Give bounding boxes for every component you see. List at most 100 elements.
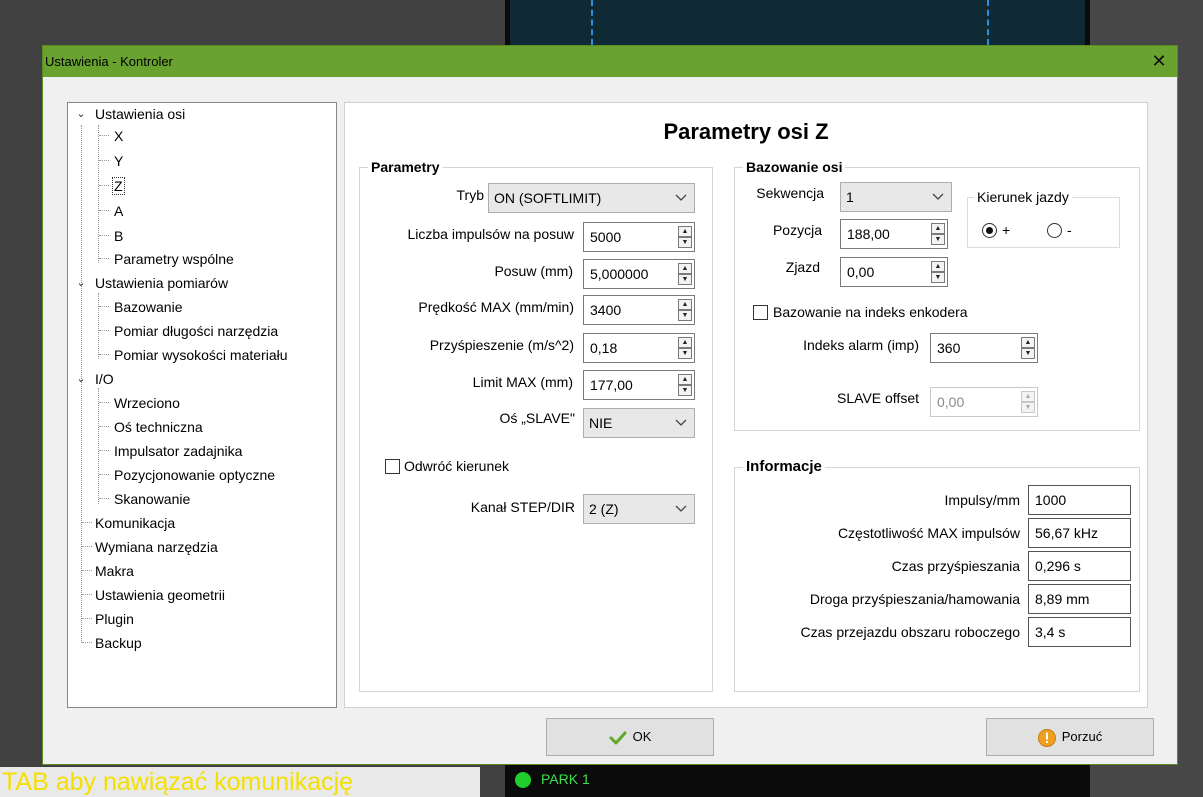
parametry-group: Parametry Tryb ON (SOFTLIMIT) Liczba imp… bbox=[359, 158, 713, 692]
spin-down-icon[interactable]: ▼ bbox=[931, 272, 945, 283]
slave-offset-stepper[interactable]: ▲ ▼ bbox=[1021, 391, 1035, 413]
tree-item-pozycjonowanie[interactable]: Pozycjonowanie optyczne bbox=[113, 464, 276, 486]
impulsy-input[interactable]: 5000 ▲ ▼ bbox=[583, 222, 695, 252]
spin-up-icon[interactable]: ▲ bbox=[678, 374, 692, 385]
indeks-alarm-stepper[interactable]: ▲ ▼ bbox=[1021, 337, 1035, 359]
tree-connector bbox=[99, 474, 109, 475]
spin-up-icon[interactable]: ▲ bbox=[1021, 391, 1035, 402]
bazowanie-enkoder-checkbox[interactable] bbox=[753, 305, 768, 320]
tree-item-label: Plugin bbox=[95, 611, 134, 627]
chevron-down-icon[interactable]: ⌄ bbox=[76, 272, 86, 294]
tree-connector bbox=[99, 330, 109, 331]
park-indicator: PARK 1 bbox=[515, 768, 590, 790]
indeks-alarm-input[interactable]: 360 ▲ ▼ bbox=[930, 333, 1038, 363]
spin-down-icon[interactable]: ▼ bbox=[678, 385, 692, 396]
info-label: Czas przejazdu obszaru roboczego bbox=[800, 624, 1020, 640]
spin-down-icon[interactable]: ▼ bbox=[678, 237, 692, 248]
tree-item-wrzeciono[interactable]: Wrzeciono bbox=[113, 392, 181, 414]
tryb-select[interactable]: ON (SOFTLIMIT) bbox=[488, 183, 695, 213]
posuw-input[interactable]: 5,000000 ▲ ▼ bbox=[583, 259, 695, 289]
spin-down-icon[interactable]: ▼ bbox=[1021, 402, 1035, 413]
tree-item-ustawienia-osi[interactable]: Ustawienia osi bbox=[94, 103, 186, 125]
ok-button-label: OK bbox=[632, 729, 652, 744]
spin-up-icon[interactable]: ▲ bbox=[678, 337, 692, 348]
tree-item-a[interactable]: A bbox=[113, 200, 124, 222]
tree-item-impulsator[interactable]: Impulsator zadajnika bbox=[113, 440, 243, 462]
cancel-button[interactable]: Porzuć bbox=[986, 718, 1154, 756]
tree-item-z[interactable]: Z bbox=[112, 175, 125, 197]
tree-item-x[interactable]: X bbox=[113, 125, 124, 147]
tree-item-io[interactable]: I/O bbox=[94, 368, 115, 390]
tree-item-bazowanie[interactable]: Bazowanie bbox=[113, 296, 184, 318]
spin-up-icon[interactable]: ▲ bbox=[678, 299, 692, 310]
odwroc-kierunek-checkbox[interactable] bbox=[385, 459, 400, 474]
tree-item-backup[interactable]: Backup bbox=[94, 632, 143, 654]
odwroc-kierunek-label: Odwróć kierunek bbox=[404, 458, 510, 474]
info-label: Droga przyśpieszania/hamowania bbox=[809, 591, 1020, 607]
przyspieszenie-stepper[interactable]: ▲ ▼ bbox=[678, 337, 692, 359]
tree-item-pomiar-dlugosci[interactable]: Pomiar długości narzędzia bbox=[113, 320, 279, 342]
spin-down-icon[interactable]: ▼ bbox=[678, 348, 692, 359]
dialog-titlebar[interactable]: Ustawienia - Kontroler ✕ bbox=[43, 46, 1177, 77]
tree-item-label: Pomiar długości narzędzia bbox=[114, 323, 279, 339]
kierunek-group: Kierunek jazdy + - bbox=[967, 188, 1120, 248]
impulsy-stepper[interactable]: ▲ ▼ bbox=[678, 226, 692, 248]
ok-button[interactable]: OK bbox=[546, 718, 714, 756]
spin-up-icon[interactable]: ▲ bbox=[931, 261, 945, 272]
spin-down-icon[interactable]: ▼ bbox=[1021, 348, 1035, 359]
limit-input[interactable]: 177,00 ▲ ▼ bbox=[583, 370, 695, 400]
kanal-value: 2 (Z) bbox=[589, 501, 619, 517]
tree-item-label: Ustawienia osi bbox=[95, 106, 186, 122]
chevron-down-icon[interactable]: ⌄ bbox=[76, 368, 86, 390]
zjazd-stepper[interactable]: ▲ ▼ bbox=[931, 261, 945, 283]
tree-item-label: Z bbox=[112, 177, 125, 195]
spin-down-icon[interactable]: ▼ bbox=[931, 234, 945, 245]
przyspieszenie-input[interactable]: 0,18 ▲ ▼ bbox=[583, 333, 695, 363]
zjazd-input[interactable]: 0,00 ▲ ▼ bbox=[840, 257, 948, 287]
slave-select[interactable]: NIE bbox=[583, 408, 695, 438]
spin-down-icon[interactable]: ▼ bbox=[678, 274, 692, 285]
content-panel: Parametry osi Z Parametry Tryb ON (SOFTL… bbox=[344, 102, 1148, 708]
viewport-guide-line bbox=[987, 0, 989, 45]
tree-item-y[interactable]: Y bbox=[113, 150, 124, 172]
sekwencja-value: 1 bbox=[846, 189, 854, 205]
predkosc-input[interactable]: 3400 ▲ ▼ bbox=[583, 295, 695, 325]
tree-item-makra[interactable]: Makra bbox=[94, 560, 135, 582]
kierunek-plus-radio[interactable] bbox=[982, 223, 997, 238]
spin-up-icon[interactable]: ▲ bbox=[678, 226, 692, 237]
limit-label: Limit MAX (mm) bbox=[472, 374, 573, 390]
tree-connector bbox=[99, 135, 109, 136]
tree-item-label: Ustawienia geometrii bbox=[95, 587, 225, 603]
tree-item-label: Pomiar wysokości materiału bbox=[114, 347, 288, 363]
tree-item-wymiana[interactable]: Wymiana narzędzia bbox=[94, 536, 219, 558]
limit-stepper[interactable]: ▲ ▼ bbox=[678, 374, 692, 396]
tree-item-skanowanie[interactable]: Skanowanie bbox=[113, 488, 191, 510]
spin-up-icon[interactable]: ▲ bbox=[931, 223, 945, 234]
sekwencja-select[interactable]: 1 bbox=[840, 182, 952, 212]
tree-item-geometria[interactable]: Ustawienia geometrii bbox=[94, 584, 226, 606]
close-icon[interactable]: ✕ bbox=[1147, 46, 1171, 77]
predkosc-stepper[interactable]: ▲ ▼ bbox=[678, 299, 692, 321]
tree-item-ustawienia-pomiarow[interactable]: Ustawienia pomiarów bbox=[94, 272, 229, 294]
tree-connector bbox=[82, 618, 92, 619]
posuw-stepper[interactable]: ▲ ▼ bbox=[678, 263, 692, 285]
chevron-down-icon bbox=[675, 419, 687, 426]
spin-down-icon[interactable]: ▼ bbox=[678, 310, 692, 321]
tree-item-b[interactable]: B bbox=[113, 225, 124, 247]
spin-up-icon[interactable]: ▲ bbox=[678, 263, 692, 274]
tree-item-pomiar-wysokosci[interactable]: Pomiar wysokości materiału bbox=[113, 344, 289, 366]
tree-item-komunikacja[interactable]: Komunikacja bbox=[94, 512, 176, 534]
pozycja-stepper[interactable]: ▲ ▼ bbox=[931, 223, 945, 245]
chevron-down-icon[interactable]: ⌄ bbox=[76, 103, 86, 125]
parametry-group-title: Parametry bbox=[368, 158, 443, 176]
tree-item-label: Impulsator zadajnika bbox=[114, 443, 243, 459]
kierunek-minus-radio[interactable] bbox=[1047, 223, 1062, 238]
tree-item-os-techniczna[interactable]: Oś techniczna bbox=[113, 416, 204, 438]
spin-up-icon[interactable]: ▲ bbox=[1021, 337, 1035, 348]
slave-offset-input[interactable]: 0,00 ▲ ▼ bbox=[930, 387, 1038, 417]
tree-connector bbox=[99, 402, 109, 403]
pozycja-input[interactable]: 188,00 ▲ ▼ bbox=[840, 219, 948, 249]
tree-item-plugin[interactable]: Plugin bbox=[94, 608, 135, 630]
kanal-select[interactable]: 2 (Z) bbox=[583, 494, 695, 524]
tree-item-parametry-wspolne[interactable]: Parametry wspólne bbox=[113, 248, 235, 270]
